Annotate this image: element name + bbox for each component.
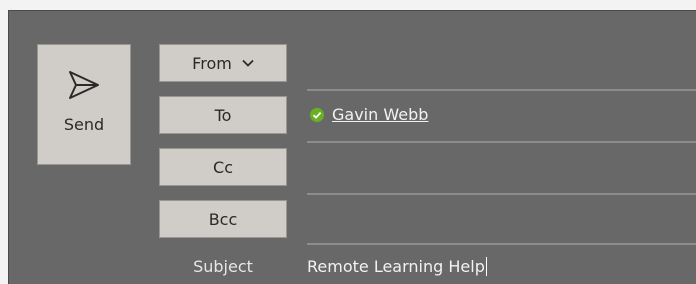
send-button[interactable]: Send — [37, 44, 131, 165]
to-button[interactable]: To — [159, 96, 287, 134]
send-icon — [69, 71, 99, 99]
from-field-divider — [307, 89, 696, 91]
subject-input[interactable]: Remote Learning Help — [307, 257, 487, 276]
cc-button-label: Cc — [213, 157, 233, 177]
subject-input-text: Remote Learning Help — [307, 257, 485, 276]
cc-button[interactable]: Cc — [159, 148, 287, 186]
from-button[interactable]: From — [159, 44, 287, 82]
from-button-label: From — [192, 53, 232, 73]
compose-header: Send From To Gavin Webb Cc Bcc Subject R… — [8, 10, 696, 284]
text-caret — [485, 257, 487, 276]
bcc-button[interactable]: Bcc — [159, 200, 287, 238]
subject-label: Subject — [193, 257, 253, 276]
check-circle-icon — [310, 107, 324, 122]
to-recipient-name[interactable]: Gavin Webb — [332, 105, 428, 124]
to-field-divider — [307, 141, 696, 143]
to-button-label: To — [214, 105, 232, 125]
to-recipient[interactable]: Gavin Webb — [310, 105, 428, 124]
bcc-button-label: Bcc — [208, 209, 238, 229]
cc-field-divider — [307, 193, 696, 195]
send-button-label: Send — [63, 115, 105, 134]
chevron-down-icon — [242, 59, 254, 67]
bcc-field-divider — [307, 243, 696, 245]
